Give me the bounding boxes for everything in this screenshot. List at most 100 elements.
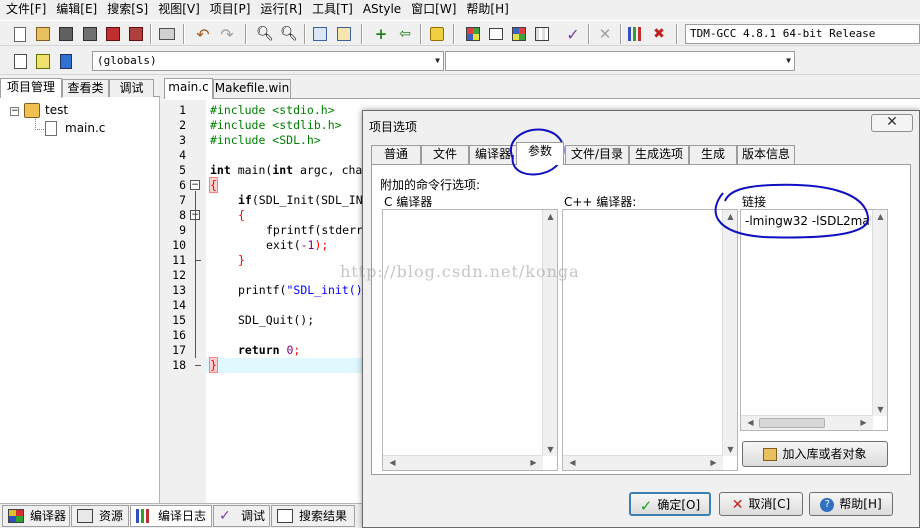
profile-icon[interactable]: ✖	[649, 24, 669, 44]
indent-icon[interactable]	[310, 24, 330, 44]
line-number: 14	[172, 298, 186, 312]
remove-file-icon[interactable]: ⇦	[395, 24, 415, 44]
member-combo[interactable]: ▼	[445, 51, 795, 71]
stop-icon[interactable]: ✕	[595, 24, 615, 44]
line-number: 9	[179, 223, 186, 237]
project-panel: 项目管理 查看类 调试 − test main.c	[0, 78, 160, 503]
bar-chart-icon	[136, 509, 152, 523]
code-line: }	[238, 253, 245, 267]
menu-run[interactable]: 运行[R]	[257, 0, 309, 19]
new-file-icon[interactable]	[10, 24, 30, 44]
line-number: 2	[179, 118, 186, 132]
line-number: 6	[179, 178, 186, 192]
watermark: http://blog.csdn.net/konga	[340, 262, 580, 281]
line-number: 7	[179, 193, 186, 207]
find-icon[interactable]: 🔍︎	[255, 24, 275, 44]
code-line: #include <SDL.h>	[210, 133, 321, 147]
close-all-icon[interactable]	[126, 24, 146, 44]
compiler-select[interactable]: TDM-GCC 4.8.1 64-bit Release	[685, 24, 920, 44]
code-line: return 0;	[238, 343, 301, 357]
menu-project[interactable]: 项目[P]	[207, 0, 258, 19]
code-line: {	[238, 208, 245, 222]
menu-tools[interactable]: 工具[T]	[309, 0, 360, 19]
main-toolbar: ↶ ↷ 🔍︎ 🔍︎ + ⇦ ✓ ✕ ✖ TDM-GCC 4.8.1 64-bit…	[0, 20, 920, 46]
line-number: 1	[179, 103, 186, 117]
annotation-layer	[510, 128, 870, 239]
add-file-icon[interactable]: +	[371, 24, 391, 44]
line-number: 10	[172, 238, 186, 252]
tree-project-label[interactable]: test	[45, 103, 68, 117]
chart-icon[interactable]	[626, 24, 646, 44]
tab-compile-log[interactable]: 编译日志	[130, 505, 212, 527]
menu-window[interactable]: 窗口[W]	[408, 0, 463, 19]
code-line: if(SDL_Init(SDL_IN	[238, 193, 363, 207]
menu-edit[interactable]: 编辑[E]	[53, 0, 104, 19]
menu-search[interactable]: 搜索[S]	[104, 0, 155, 19]
tab-project[interactable]: 项目管理	[0, 78, 62, 98]
line-number: 18	[172, 358, 186, 372]
line-number: 17	[172, 343, 186, 357]
unindent-icon[interactable]	[334, 24, 354, 44]
line-number: 15	[172, 313, 186, 327]
code-line: }	[209, 357, 218, 373]
chevron-down-icon: ▼	[786, 56, 791, 65]
code-line: exit(-1);	[266, 238, 329, 252]
redo-icon[interactable]: ↷	[217, 24, 237, 44]
project-options-dialog: 项目选项 ✕ 普通 文件 编译器 参数 文件/目录 生成选项 生成 版本信息 附…	[362, 110, 920, 528]
menu-astyle[interactable]: AStyle	[360, 0, 408, 19]
tab-makefile[interactable]: Makefile.win	[213, 79, 291, 98]
checkmark-icon: ✓	[219, 508, 231, 524]
save-all-icon[interactable]	[80, 24, 100, 44]
tab-parameters[interactable]: 参数	[516, 142, 564, 165]
collapse-icon[interactable]: −	[10, 107, 19, 116]
compile-run-icon[interactable]	[509, 24, 529, 44]
open-project-icon[interactable]	[33, 24, 53, 44]
goto-icon[interactable]	[10, 51, 30, 71]
menu-help[interactable]: 帮助[H]	[463, 0, 515, 19]
bookmark-add-icon[interactable]	[33, 51, 53, 71]
rebuild-icon[interactable]	[532, 24, 552, 44]
tab-search-results[interactable]: 搜索结果	[271, 505, 355, 527]
code-line: fprintf(stderr	[266, 223, 363, 237]
line-number: 11	[172, 253, 186, 267]
grid-icon	[8, 509, 24, 523]
tab-classes[interactable]: 查看类	[62, 79, 109, 97]
compile-icon[interactable]	[463, 24, 483, 44]
line-number: 5	[179, 163, 186, 177]
fold-toggle-icon[interactable]: −	[190, 180, 200, 190]
line-number: 3	[179, 133, 186, 147]
tab-compiler-output[interactable]: 编译器	[2, 505, 70, 527]
project-options-icon[interactable]	[427, 24, 447, 44]
menu-view[interactable]: 视图[V]	[155, 0, 207, 19]
class-combo[interactable]: (globals) ▼	[92, 51, 444, 71]
code-line: SDL_Quit();	[238, 313, 315, 327]
code-line: #include <stdlib.h>	[210, 118, 342, 132]
tree-file-label[interactable]: main.c	[65, 121, 105, 135]
code-line: printf("SDL_init()	[238, 283, 363, 297]
code-line: #include <stdio.h>	[210, 103, 335, 117]
class-toolbar: (globals) ▼ ▼	[0, 47, 920, 75]
annotation-circle-linker	[714, 183, 870, 239]
bookmark-icon[interactable]	[56, 51, 76, 71]
project-icon	[24, 103, 40, 118]
undo-icon[interactable]: ↶	[193, 24, 213, 44]
tab-resources[interactable]: 资源	[71, 505, 129, 527]
menu-bar: 文件[F] 编辑[E] 搜索[S] 视图[V] 项目[P] 运行[R] 工具[T…	[0, 0, 920, 19]
close-file-icon[interactable]	[103, 24, 123, 44]
print-icon[interactable]	[157, 24, 177, 44]
tab-main-c[interactable]: main.c	[164, 78, 213, 99]
resources-icon	[77, 509, 93, 523]
tab-debug-output[interactable]: ✓ 调试	[213, 505, 270, 527]
tab-debug[interactable]: 调试	[109, 79, 154, 97]
syntax-check-icon[interactable]: ✓	[563, 24, 583, 44]
chevron-down-icon: ▼	[435, 56, 440, 65]
replace-icon[interactable]: 🔍︎	[279, 24, 299, 44]
code-line: int main(int argc, cha	[210, 163, 363, 177]
run-icon[interactable]	[486, 24, 506, 44]
line-number: 4	[179, 148, 186, 162]
save-icon[interactable]	[56, 24, 76, 44]
line-number: 8	[179, 208, 186, 222]
search-icon	[277, 509, 293, 523]
code-line: {	[209, 177, 218, 193]
menu-file[interactable]: 文件[F]	[3, 0, 53, 19]
